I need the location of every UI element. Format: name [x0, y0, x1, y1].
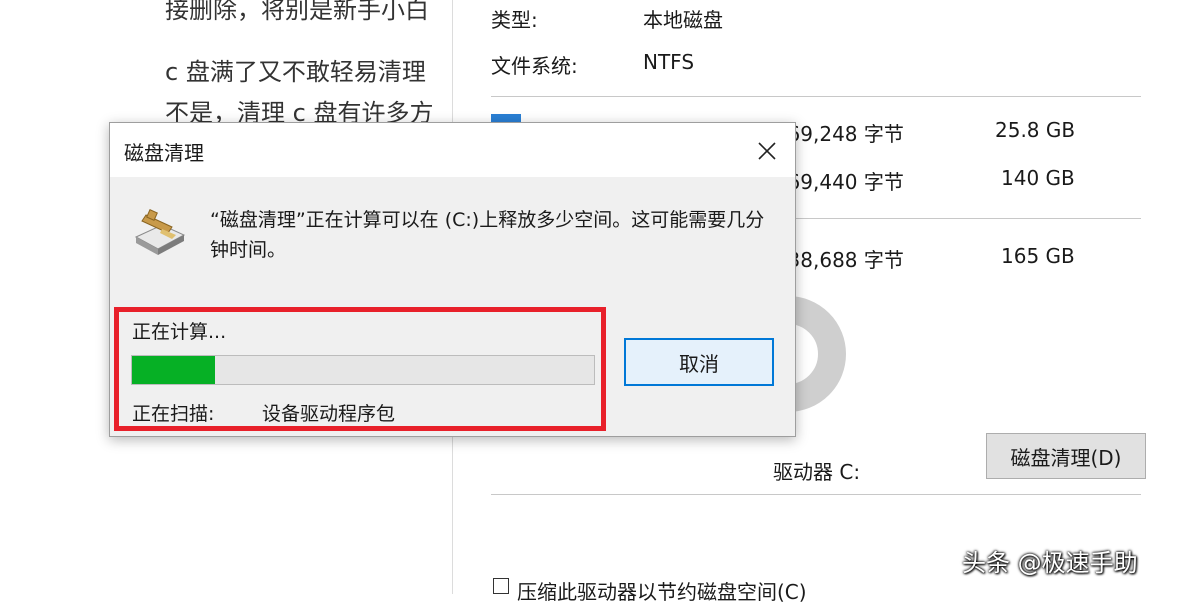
cancel-button[interactable]: 取消	[624, 338, 774, 386]
watermark: 头条 @极速手助	[962, 549, 1138, 577]
usage-donut-chart	[788, 296, 878, 412]
used-size: 25.8 GB	[995, 118, 1076, 142]
close-icon	[758, 142, 776, 160]
disk-cleanup-button[interactable]: 磁盘清理(D)	[986, 433, 1146, 479]
article-line: 接删除，将别是新手小白	[165, 0, 429, 24]
free-size: 140 GB	[1001, 166, 1075, 190]
close-button[interactable]	[747, 131, 787, 171]
disk-cleanup-icon	[132, 207, 186, 257]
separator	[491, 494, 1141, 495]
progress-bar	[131, 355, 595, 385]
progress-status: 正在计算...	[132, 321, 227, 343]
drive-label: 驱动器 C:	[773, 460, 861, 484]
scanning-label: 正在扫描:	[132, 403, 215, 425]
type-label: 类型:	[491, 8, 538, 32]
article-line: c 盘满了又不敢轻易清理	[165, 58, 426, 86]
dialog-message: “磁盘清理”正在计算可以在 (C:)上释放多少空间。这可能需要几分钟时间。	[210, 209, 765, 261]
filesystem-value: NTFS	[643, 50, 695, 74]
compress-drive-checkbox[interactable]	[493, 578, 509, 594]
disk-cleanup-dialog: 磁盘清理 “磁盘清理”正在计算可以在 (C:)上释放多少空间。这可能需要几分钟时…	[109, 122, 796, 437]
dialog-titlebar: 磁盘清理	[110, 123, 795, 177]
scanning-value: 设备驱动程序包	[262, 403, 396, 425]
type-value: 本地磁盘	[643, 8, 723, 32]
separator	[491, 96, 1141, 97]
compress-drive-label: 压缩此驱动器以节约磁盘空间(C)	[517, 580, 807, 604]
filesystem-label: 文件系统:	[491, 54, 578, 78]
capacity-size: 165 GB	[1001, 244, 1075, 268]
dialog-title: 磁盘清理	[124, 141, 204, 165]
progress-fill	[132, 356, 216, 384]
